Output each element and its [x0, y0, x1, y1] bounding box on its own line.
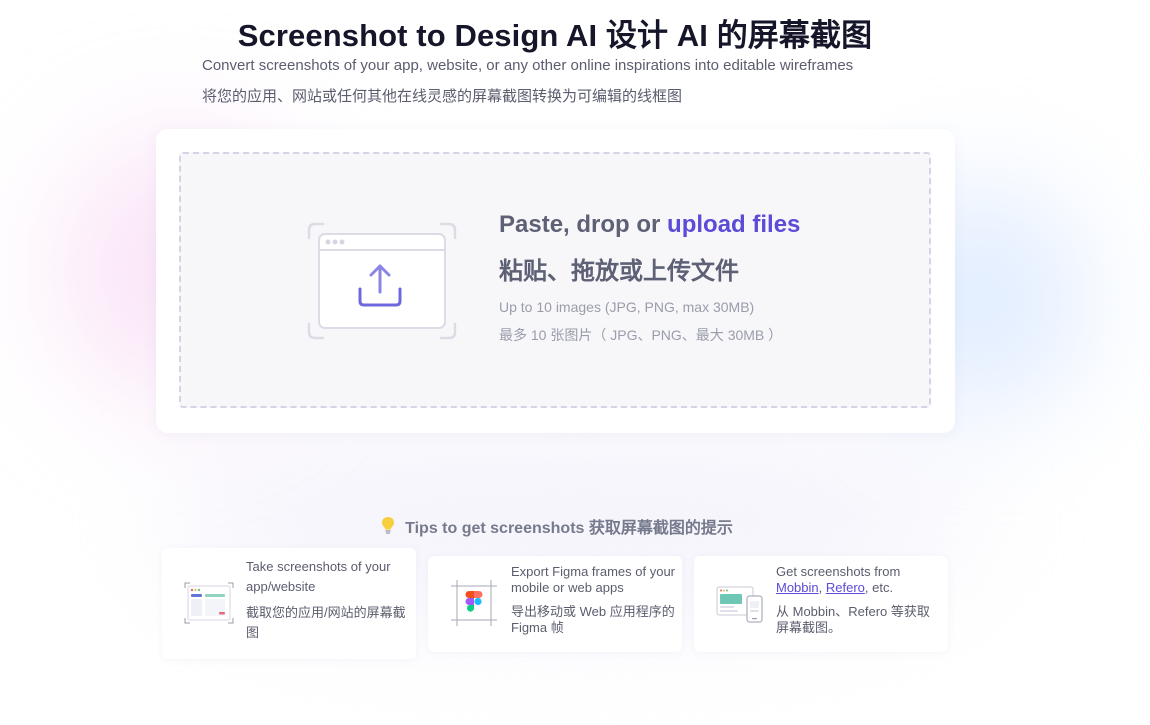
tip-figma-text-chinese: 导出移动或 Web 应用程序的 Figma 帧	[511, 604, 675, 635]
tip-sources-prefix: Get screenshots from	[776, 564, 901, 579]
tip-screenshot-text-english: Take screenshots of your app/website	[246, 559, 391, 594]
tip-sources-text-chinese: 从 Mobbin、Refero 等获取屏幕截图。	[776, 604, 930, 635]
dropzone-title-chinese: 粘贴、拖放或上传文件	[499, 258, 739, 285]
browser-screenshot-icon	[184, 582, 234, 624]
upload-limits-chinese: 最多 10 张图片（ JPG、PNG、最大 30MB ）	[499, 327, 783, 343]
devices-icon	[716, 586, 763, 623]
dropzone-title: Paste, drop or upload files	[499, 211, 800, 239]
figma-icon	[451, 580, 497, 626]
tips-heading: Tips to get screenshots 获取屏幕截图的提示	[0, 514, 1112, 538]
page-title: Screenshot to Design AI 设计 AI 的屏幕截图	[237, 18, 873, 53]
upload-card: Paste, drop or upload files 粘贴、拖放或上传文件 U…	[156, 129, 955, 433]
upload-limits-english: Up to 10 images (JPG, PNG, max 30MB)	[499, 299, 755, 315]
tip-card-figma: Export Figma frames of your mobile or we…	[428, 556, 682, 652]
tip-figma-text-english: Export Figma frames of your mobile or we…	[511, 564, 675, 595]
tips-heading-label: Tips to get screenshots 获取屏幕截图的提示	[405, 520, 733, 537]
tip-sources-separator: ,	[818, 580, 826, 595]
tip-sources-text-english: Get screenshots from Mobbin, Refero, etc…	[776, 564, 941, 596]
upload-dropzone[interactable]: Paste, drop or upload files 粘贴、拖放或上传文件 U…	[179, 152, 931, 408]
tip-card-screenshot: Take screenshots of your app/website 截取您…	[162, 548, 416, 659]
upload-files-link[interactable]: upload files	[667, 211, 800, 238]
refero-link[interactable]: Refero	[826, 580, 865, 595]
mobbin-link[interactable]: Mobbin	[776, 580, 819, 595]
subtitle-chinese: 将您的应用、网站或任何其他在线灵感的屏幕截图转换为可编辑的线框图	[202, 88, 683, 105]
upload-icon	[307, 222, 457, 340]
tip-card-sources: Get screenshots from Mobbin, Refero, etc…	[694, 556, 948, 652]
tip-screenshot-text-chinese: 截取您的应用/网站的屏幕截图	[246, 605, 406, 640]
subtitle-english: Convert screenshots of your app, website…	[202, 57, 854, 74]
dropzone-title-prefix: Paste, drop or	[499, 211, 668, 238]
lightbulb-icon	[382, 517, 395, 534]
tip-sources-suffix: , etc.	[864, 580, 894, 595]
